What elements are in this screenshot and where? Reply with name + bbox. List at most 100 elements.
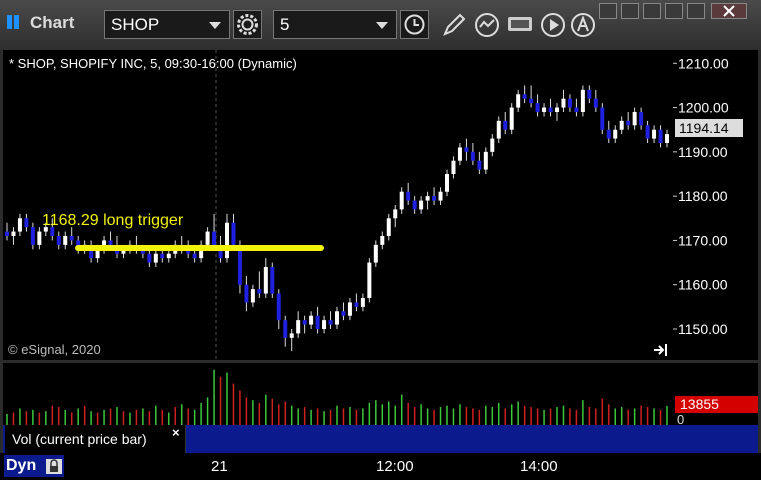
candle-body bbox=[153, 253, 158, 263]
candle-body bbox=[289, 333, 294, 338]
tile-button[interactable] bbox=[687, 3, 705, 19]
dyn-mode-button[interactable]: Dyn bbox=[4, 455, 64, 477]
time-axis[interactable]: Dyn 21 12:00 14:00 bbox=[0, 453, 761, 480]
close-button[interactable] bbox=[711, 3, 747, 19]
interval-dropdown[interactable]: 5 bbox=[273, 10, 397, 39]
candle-body bbox=[296, 320, 301, 334]
candle-body bbox=[302, 320, 307, 325]
alert-icon[interactable] bbox=[568, 10, 598, 40]
last-price: 1194.14 bbox=[679, 120, 729, 136]
candlestick-chart bbox=[5, 50, 669, 360]
maximize-button[interactable] bbox=[665, 3, 683, 19]
link-window-button[interactable] bbox=[599, 3, 617, 19]
candle-body bbox=[490, 138, 495, 152]
candle-body bbox=[632, 112, 637, 126]
price-axis-labels: 1210.00 1200.00 1190.00 1180.00 1170.00 1160.… bbox=[673, 55, 729, 337]
candle-body bbox=[626, 120, 631, 126]
candle-body bbox=[600, 107, 605, 130]
candle-body bbox=[548, 107, 553, 112]
candle-body bbox=[373, 244, 378, 263]
candle-body bbox=[367, 262, 372, 298]
volume-study-label: Vol (current price bar) bbox=[12, 431, 147, 447]
candle-body bbox=[225, 222, 229, 259]
close-study-icon[interactable]: × bbox=[172, 425, 180, 440]
candle-body bbox=[477, 160, 482, 170]
lock-icon bbox=[46, 459, 62, 474]
candle-body bbox=[522, 94, 527, 99]
candle-body bbox=[315, 315, 320, 329]
volume-bars bbox=[6, 369, 668, 425]
candle-body bbox=[263, 267, 268, 294]
chart-app-icon bbox=[7, 15, 19, 29]
candle-body bbox=[270, 267, 275, 294]
candle-body bbox=[160, 253, 165, 259]
annotation-label[interactable]: 1168.29 long trigger bbox=[42, 212, 183, 230]
candle-body bbox=[360, 298, 365, 307]
candle-body bbox=[231, 222, 236, 245]
restore-button[interactable] bbox=[621, 3, 639, 19]
candle-body bbox=[593, 98, 598, 108]
chevron-down-icon bbox=[209, 22, 221, 29]
symbol-dropdown[interactable]: SHOP bbox=[104, 10, 230, 39]
candle-body bbox=[283, 320, 288, 338]
minimize-button[interactable] bbox=[643, 3, 661, 19]
get-data-icon[interactable] bbox=[505, 10, 535, 40]
chevron-down-icon bbox=[376, 22, 388, 29]
clock-icon bbox=[404, 14, 425, 35]
candle-body bbox=[205, 231, 210, 245]
title-bar: Chart SHOP 5 bbox=[0, 0, 761, 50]
last-volume: 13855 bbox=[680, 396, 719, 412]
candle-body bbox=[322, 320, 327, 329]
candle-body bbox=[483, 151, 488, 170]
candle-body bbox=[645, 125, 650, 139]
pencil-icon[interactable] bbox=[439, 10, 469, 40]
candle-body bbox=[542, 107, 547, 112]
candle-body bbox=[432, 196, 437, 201]
last-volume-badge: 13855 bbox=[675, 396, 758, 413]
candle-body bbox=[347, 302, 352, 316]
candle-body bbox=[328, 320, 333, 325]
candle-body bbox=[341, 311, 346, 316]
candle-body bbox=[5, 231, 9, 236]
candle-body bbox=[393, 209, 398, 219]
candle-body bbox=[503, 120, 508, 130]
candle-body bbox=[386, 218, 391, 236]
time-label-1200: 12:00 bbox=[376, 458, 414, 475]
candle-body bbox=[250, 289, 255, 303]
candle-body bbox=[24, 218, 29, 228]
study-icon[interactable] bbox=[472, 10, 502, 40]
price-chart[interactable]: * SHOP, SHOPIFY INC, 5, 09:30-16:00 (Dyn… bbox=[3, 50, 673, 360]
candle-body bbox=[63, 236, 68, 245]
symbol-value: SHOP bbox=[111, 15, 160, 34]
last-price-badge: 1194.14 bbox=[675, 119, 743, 137]
play-icon[interactable] bbox=[538, 10, 568, 40]
candle-body bbox=[309, 315, 314, 325]
volume-label-box[interactable]: Vol (current price bar) × bbox=[5, 425, 186, 453]
candle-body bbox=[516, 94, 521, 108]
candle-body bbox=[30, 227, 35, 245]
candle-body bbox=[380, 236, 385, 245]
settings-button[interactable] bbox=[233, 10, 262, 39]
price-axis[interactable]: 1210.00 1200.00 1190.00 1180.00 1170.00 1160.… bbox=[673, 50, 758, 360]
jump-to-end-icon[interactable] bbox=[653, 343, 669, 357]
time-label-1400: 14:00 bbox=[520, 458, 558, 475]
volume-pane[interactable] bbox=[3, 363, 673, 425]
time-label-21: 21 bbox=[211, 458, 228, 475]
candle-body bbox=[535, 103, 540, 112]
candle-body bbox=[37, 231, 42, 245]
candle-body bbox=[399, 191, 404, 210]
candle-body bbox=[425, 196, 430, 201]
candle-body bbox=[464, 147, 469, 152]
candle-body bbox=[192, 253, 197, 259]
candle-body bbox=[639, 112, 644, 126]
candle-body bbox=[665, 134, 669, 143]
candle-body bbox=[619, 120, 624, 130]
candle-body bbox=[69, 236, 74, 241]
close-icon bbox=[723, 5, 735, 17]
time-template-button[interactable] bbox=[400, 10, 429, 39]
candle-body bbox=[574, 107, 579, 112]
price-tick-label: 1180.00 bbox=[678, 188, 728, 204]
candle-body bbox=[406, 191, 411, 201]
price-tick-label: 1160.00 bbox=[678, 277, 728, 293]
candle-body bbox=[257, 289, 262, 294]
